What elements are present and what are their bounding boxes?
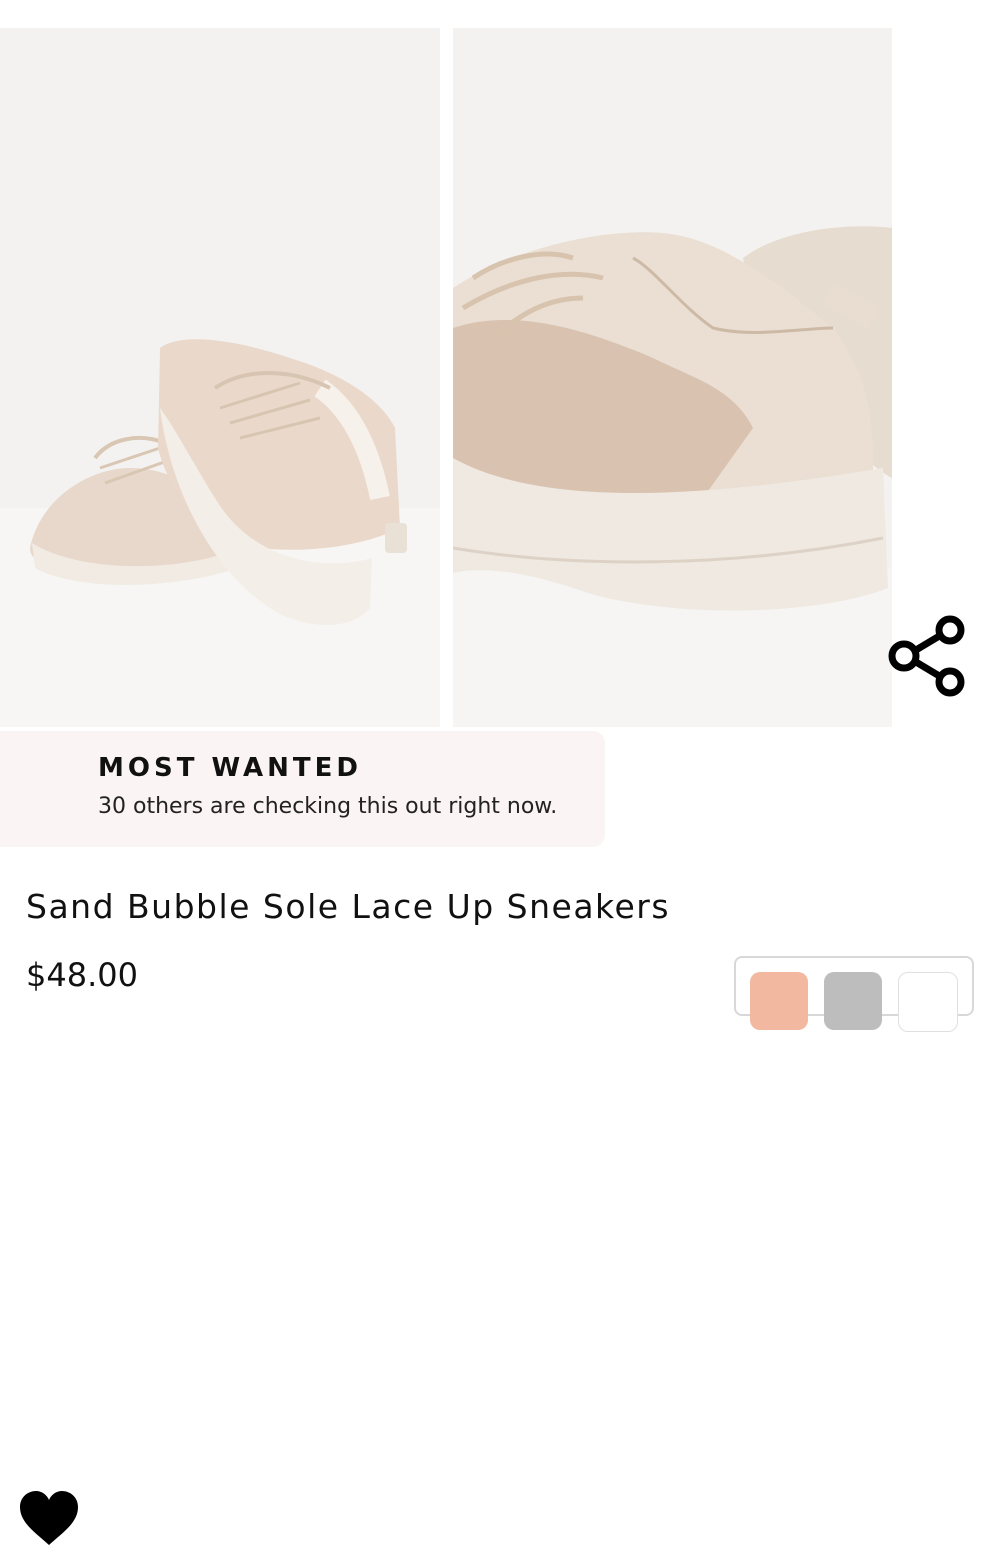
heart-icon <box>20 1491 78 1545</box>
color-swatch-group <box>734 956 974 1032</box>
product-price: $48.00 <box>26 956 138 994</box>
product-gallery[interactable] <box>0 28 892 727</box>
share-button[interactable] <box>884 612 972 700</box>
product-image-2[interactable] <box>453 28 892 727</box>
share-icon <box>888 615 965 697</box>
color-swatch-white[interactable] <box>898 972 958 1032</box>
color-swatch-peach[interactable] <box>750 972 808 1030</box>
product-title: Sand Bubble Sole Lace Up Sneakers <box>26 887 671 926</box>
most-wanted-text: 30 others are checking this out right no… <box>98 794 558 819</box>
most-wanted-title: MOST WANTED <box>98 753 362 783</box>
product-image-1[interactable] <box>0 28 440 727</box>
color-swatch-grey[interactable] <box>824 972 882 1030</box>
